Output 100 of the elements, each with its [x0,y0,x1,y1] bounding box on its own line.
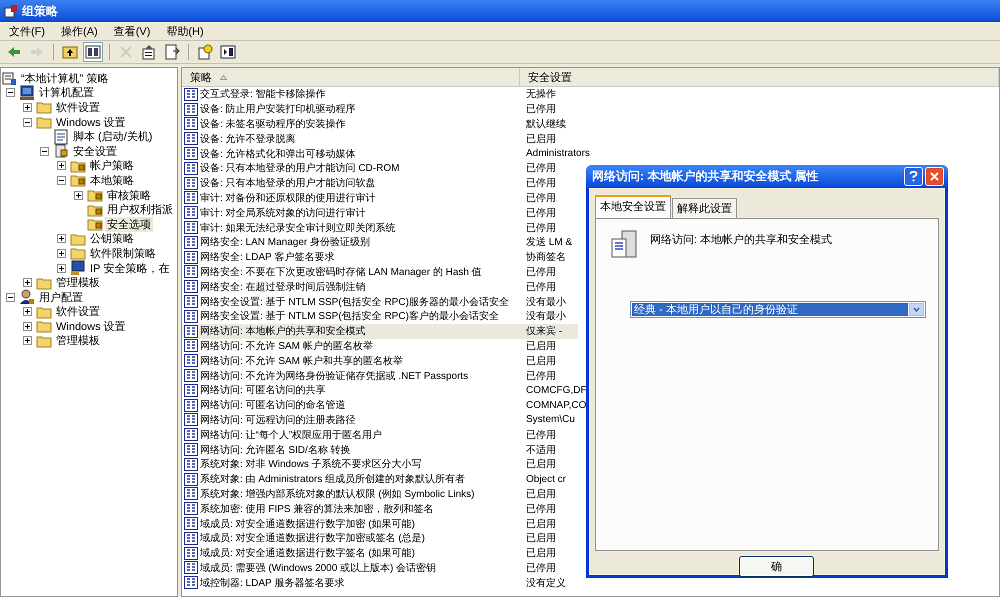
table-row[interactable]: 设备: 只有本地登录的用户才能访问软盘 已停用 [182,176,578,191]
table-row[interactable]: 系统对象: 增强内部系统对象的默认权限 (例如 Symbolic Links) 已启用 [182,486,578,502]
policy-icon [184,354,198,368]
table-cell-text: 发送 LM & [525,236,572,250]
tree-item[interactable]: 用户配置 [37,290,85,305]
table-cell-text: 已停用 [525,266,556,279]
tree-item[interactable]: 审核策略 [105,188,153,203]
tree-item[interactable]: 安全选项 [105,216,153,232]
table-row[interactable]: 网络访问: 允许匿名 SID/名称 转换 不适用 [182,442,578,457]
table-row[interactable]: 网络安全: 不要在下次更改密码时存储 LAN Manager 的 Hash 值 已停用 [182,264,578,280]
table-row[interactable]: 网络访问: 可匿名访问的命名管道 COMNAP,CO [182,398,586,413]
menu-item[interactable]: 操作(A) [58,24,101,38]
table-row[interactable]: 交互式登录: 智能卡移除操作 无操作 [182,87,578,102]
table-cell-text: 审计: 对备份和还原权限的使用进行审计 [200,192,376,205]
table-cell-text: 已停用 [525,103,556,116]
menu-item[interactable]: 查看(V) [110,24,154,38]
table-row[interactable]: 网络安全: 在超过登录时间后强制注销 已停用 [182,279,578,294]
expand-icon[interactable] [74,190,83,200]
collapse-icon[interactable] [23,118,32,127]
tree-item[interactable]: 本地策略 [88,172,136,188]
policy-icon [184,413,198,426]
tree-item[interactable]: 脚本 (启动/关机) [71,129,154,144]
table-row[interactable]: 网络安全: LDAP 客户签名要求 协商签名 [182,250,578,265]
tab[interactable]: 解释此设置 [672,198,737,218]
collapse-icon[interactable] [6,88,15,98]
tab[interactable]: 本地安全设置 [595,195,671,218]
tree-item[interactable]: 管理模板 [54,333,102,348]
tree-item[interactable]: Windows 设置 [54,114,128,130]
expand-icon[interactable] [57,264,66,273]
menu-item[interactable]: 帮助(H) [163,24,207,38]
tree-item[interactable]: 软件设置 [54,100,102,115]
table-row[interactable]: 域成员: 需要强 (Windows 2000 或以上版本) 会话密钥 已停用 [182,560,578,576]
table-row[interactable]: 网络安全设置: 基于 NTLM SSP(包括安全 RPC)客户的最小会话安全 没有最小 [182,308,578,324]
tree-item[interactable]: “本地计算机” 策略 [19,70,110,86]
close-button[interactable] [925,167,944,186]
tree-item[interactable]: 用户权利指派 [105,202,175,218]
tree-item[interactable]: 安全设置 [71,144,119,159]
policy-icon [184,324,198,338]
tree-item[interactable]: 管理模板 [54,275,102,290]
tree-item[interactable]: 计算机配置 [37,85,96,100]
collapse-icon[interactable] [57,176,66,185]
expand-icon[interactable] [57,234,66,244]
tree-item[interactable]: Windows 设置 [54,318,128,334]
table-cell-text: 设备: 允许不登录脱离 [200,132,296,146]
table-row[interactable]: 网络安全设置: 基于 NTLM SSP(包括安全 RPC)服务器的最小会话安全 没有最小 [182,294,578,309]
help-button[interactable] [904,167,923,186]
tree-item[interactable]: 公钥策略 [88,231,136,246]
tree-item[interactable]: 软件设置 [54,304,102,320]
menu-item[interactable]: 文件(F) [6,24,48,38]
table-row[interactable]: 网络访问: 本地帐户的共享和安全模式 仅来宾 - [182,324,578,339]
table-row[interactable]: 网络访问: 让“每个人”权限应用于匿名用户 已停用 [182,427,578,442]
policy-icon [184,398,198,412]
policy-icon [184,369,198,382]
table-row[interactable]: 设备: 只有本地登录的用户才能访问 CD-ROM 已停用 [182,160,578,176]
table-row[interactable]: 审计: 对备份和还原权限的使用进行审计 已停用 [182,190,578,206]
table-row[interactable]: 网络访问: 不允许为网络身份验证储存凭据或 .NET Passports 已停用 [182,368,578,383]
mode-dropdown[interactable]: 经典 - 本地用户以自己的身份验证 [630,301,926,318]
expand-icon[interactable] [23,322,32,331]
table-cell-text: 已停用 [525,206,556,220]
collapse-icon[interactable] [6,292,15,302]
table-row[interactable]: 域成员: 对安全通道数据进行数字加密或签名 (总是) 已启用 [182,530,578,546]
table-cell-text: Object cr [525,474,566,485]
expand-icon[interactable] [23,278,32,288]
table-cell-text: 已启用 [525,132,556,146]
table-row[interactable]: 网络访问: 可远程访问的注册表路径 System\Cu [182,412,578,428]
tree-icon[interactable] [83,42,103,62]
tree-item[interactable]: 帐户策略 [88,158,136,174]
table-row[interactable]: 设备: 防止用户安装打印机驱动程序 已停用 [182,102,578,117]
expand-icon[interactable] [23,102,32,112]
table-cell-text: 已启用 [525,340,556,353]
table-row[interactable]: 系统对象: 由 Administrators 组成员所创建的对象默认所有者 Object cr [182,472,578,487]
table-row[interactable]: 设备: 允许不登录脱离 已启用 [182,131,578,146]
expand-icon[interactable] [57,248,66,258]
tree-item[interactable]: 软件限制策略 [88,246,158,261]
column-header[interactable]: 安全设置 [520,68,999,86]
table-row[interactable]: 网络访问: 不允许 SAM 帐户和共享的匿名枚举 已启用 [182,353,578,368]
policy-icon [184,147,198,160]
table-row[interactable]: 网络安全: LAN Manager 身份验证级别 发送 LM & [182,234,578,250]
user-icon [19,289,35,306]
column-header[interactable]: 策略 [182,68,520,86]
table-row[interactable]: 域成员: 对安全通道数据进行数字签名 (如果可能) 已启用 [182,546,578,560]
expand-icon[interactable] [57,161,66,170]
table-row[interactable]: 审计: 如果无法纪录安全审计则立即关闭系统 已停用 [182,220,578,235]
expand-icon[interactable] [23,307,32,316]
table-row[interactable]: 域成员: 对安全通道数据进行数字加密 (如果可能) 已启用 [182,516,578,531]
table-row[interactable]: 系统对象: 对非 Windows 子系统不要求区分大小写 已启用 [182,456,578,472]
collapse-icon[interactable] [40,146,49,156]
table-row[interactable]: 网络访问: 可匿名访问的共享 COMCFG,DF [182,382,587,398]
table-row[interactable]: 域控制器: LDAP 服务器签名要求 没有定义 [182,575,578,590]
table-row[interactable]: 设备: 允许格式化和弹出可移动媒体 Administrators [182,146,590,161]
table-row[interactable]: 审计: 对全局系统对象的访问进行审计 已停用 [182,205,578,220]
expand-icon[interactable] [23,336,32,346]
tree-item[interactable]: IP 安全策略，在 [88,260,172,276]
window-title: 组策略 [22,2,58,20]
table-row[interactable]: 设备: 未签名驱动程序的安装操作 默认继续 [182,116,578,132]
table-cell-text: 网络访问: 可远程访问的注册表路径 [200,414,356,427]
policy-icon [184,206,198,220]
ok-button[interactable]: 确 [739,556,814,577]
table-row[interactable]: 网络访问: 不允许 SAM 帐户的匿名枚举 已启用 [182,338,578,354]
table-row[interactable]: 系统加密: 使用 FIPS 兼容的算法来加密，散列和签名 已停用 [182,501,578,516]
